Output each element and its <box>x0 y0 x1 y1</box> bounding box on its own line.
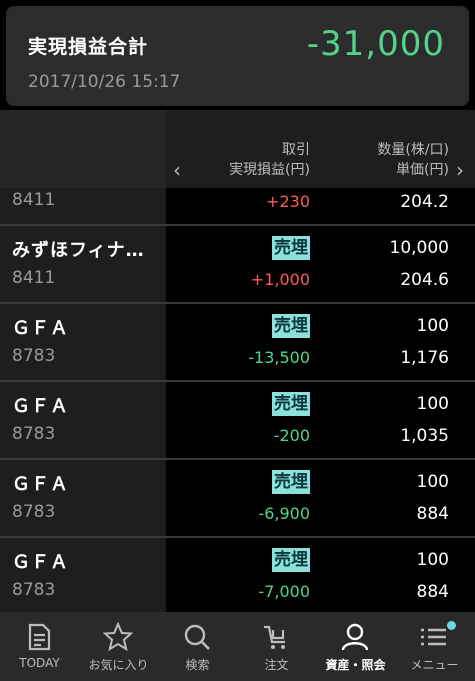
bottom-nav: TODAY お気に入り 検索 注文 資産・照会 メニュー <box>0 612 475 681</box>
stock-code: 8783 <box>12 346 56 366</box>
search-icon <box>184 624 210 650</box>
quantity: 10,000 <box>389 238 449 258</box>
realized-pl: -6,900 <box>258 504 310 523</box>
stock-code: 8783 <box>12 502 56 522</box>
table-row[interactable]: みずほフィナ… 8411 売埋 +1,000 10,000 204.6 <box>0 226 475 304</box>
unit-price: 1,176 <box>400 348 449 368</box>
realized-pl: -13,500 <box>248 348 310 367</box>
quantity: 100 <box>416 394 449 414</box>
unit-price: 884 <box>416 504 449 524</box>
chevron-left-icon[interactable]: ‹ <box>173 158 181 182</box>
header-name-col <box>0 110 166 188</box>
unit-price: 1,035 <box>400 426 449 446</box>
nav-favorites[interactable]: お気に入り <box>79 612 158 681</box>
realized-pl: +1,000 <box>250 270 310 289</box>
trade-type-badge: 売埋 <box>272 470 310 494</box>
chevron-right-icon[interactable]: › <box>456 158 464 182</box>
nav-today[interactable]: TODAY <box>0 612 79 681</box>
stock-code: 8411 <box>12 190 56 210</box>
document-icon <box>28 623 51 651</box>
header-trade-label: 取引 <box>282 142 310 158</box>
nav-order[interactable]: 注文 <box>237 612 316 681</box>
stock-name: ＧＦＡ <box>12 318 69 339</box>
person-icon <box>341 623 369 651</box>
table-row[interactable]: ＧＦＡ 8783 売埋 -7,000 100 884 <box>0 538 475 612</box>
nav-today-label: TODAY <box>19 656 60 670</box>
nav-order-label: 注文 <box>264 658 289 672</box>
trade-list[interactable]: 8411 +230 204.2 みずほフィナ… 8411 売埋 +1,000 1… <box>0 188 475 612</box>
stock-name: みずほフィナ… <box>12 240 145 261</box>
nav-search[interactable]: 検索 <box>158 612 237 681</box>
summary-label: 実現損益合計 <box>28 36 149 58</box>
header-col-qty: 数量(株/口) 単価(円) <box>377 140 449 180</box>
quantity: 100 <box>416 550 449 570</box>
stock-code: 8783 <box>12 424 56 444</box>
table-row[interactable]: ＧＦＡ 8783 売埋 -6,900 100 884 <box>0 460 475 538</box>
nav-menu-label: メニュー <box>410 658 459 672</box>
stock-name: ＧＦＡ <box>12 474 69 495</box>
nav-favorites-label: お気に入り <box>88 658 149 672</box>
summary-total: -31,000 <box>306 24 445 64</box>
table-header: ‹ 取引 実現損益(円) 数量(株/口) 単価(円) › <box>0 110 475 188</box>
stock-name: ＧＦＡ <box>12 552 69 573</box>
unit-price: 204.6 <box>400 270 449 290</box>
nav-assets[interactable]: 資産・照会 <box>316 612 395 681</box>
quantity: 100 <box>416 316 449 336</box>
unit-price: 204.2 <box>400 192 449 212</box>
realized-pl: +230 <box>266 192 310 211</box>
table-row[interactable]: ＧＦＡ 8783 売埋 -13,500 100 1,176 <box>0 304 475 382</box>
realized-pl: -200 <box>273 426 310 445</box>
menu-icon <box>421 628 446 646</box>
header-pl-label: 実現損益(円) <box>229 162 310 178</box>
realized-pl: -7,000 <box>258 582 310 601</box>
stock-code: 8783 <box>12 580 56 600</box>
star-icon <box>103 622 133 652</box>
table-row[interactable]: ＧＦＡ 8783 売埋 -200 100 1,035 <box>0 382 475 460</box>
stock-code: 8411 <box>12 268 56 288</box>
table-row[interactable]: 8411 +230 204.2 <box>0 188 475 226</box>
quantity: 100 <box>416 472 449 492</box>
trade-type-badge: 売埋 <box>272 392 310 416</box>
trade-type-badge: 売埋 <box>272 314 310 338</box>
realized-pl-summary-card: 実現損益合計 -31,000 2017/10/26 15:17 <box>6 6 469 106</box>
notification-dot <box>447 621 456 630</box>
header-price-label: 単価(円) <box>396 162 449 178</box>
nav-search-label: 検索 <box>185 658 210 672</box>
stock-name: ＧＦＡ <box>12 396 69 417</box>
unit-price: 884 <box>416 582 449 602</box>
nav-menu[interactable]: メニュー <box>395 612 474 681</box>
nav-assets-label: 資産・照会 <box>325 658 386 672</box>
cart-icon <box>264 625 285 649</box>
trade-type-badge: 売埋 <box>272 548 310 572</box>
header-qty-label: 数量(株/口) <box>377 142 449 158</box>
header-col-trade: 取引 実現損益(円) <box>229 140 310 180</box>
trade-type-badge: 売埋 <box>272 236 310 260</box>
summary-datetime: 2017/10/26 15:17 <box>28 72 181 92</box>
